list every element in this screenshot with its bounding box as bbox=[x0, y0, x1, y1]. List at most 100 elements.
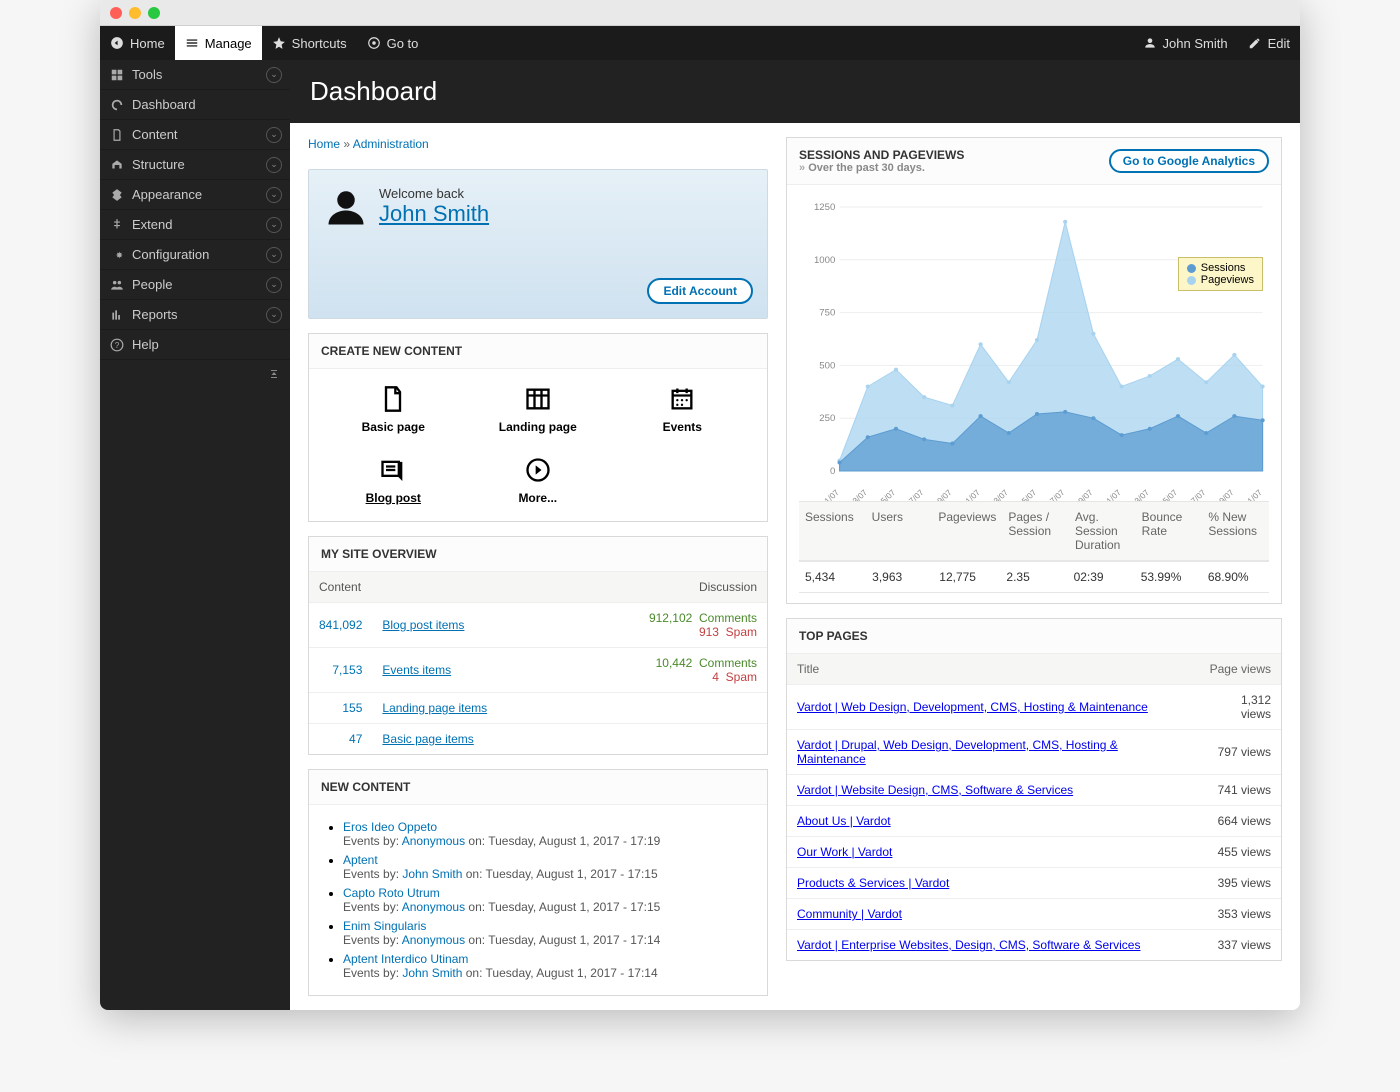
create-item-label: Basic page bbox=[321, 420, 466, 434]
analytics-panel: SESSIONS AND PAGEVIEWS Over the past 30 … bbox=[786, 137, 1282, 604]
sidebar-item-label: Structure bbox=[132, 157, 185, 172]
menu-icon bbox=[185, 36, 199, 50]
new-content-item: Enim SingularisEvents by: Anonymous on: … bbox=[343, 919, 755, 947]
new-content-link[interactable]: Aptent bbox=[343, 853, 378, 867]
author-link[interactable]: Anonymous bbox=[402, 933, 465, 947]
chevron-down-icon: ⌄ bbox=[266, 127, 282, 143]
svg-text:11/07: 11/07 bbox=[961, 488, 983, 501]
chevron-down-icon: ⌄ bbox=[266, 157, 282, 173]
nav-goto[interactable]: Go to bbox=[357, 26, 429, 60]
new-content-link[interactable]: Capto Roto Utrum bbox=[343, 886, 440, 900]
new-content-link[interactable]: Eros Ideo Oppeto bbox=[343, 820, 437, 834]
chart-legend: Sessions Pageviews bbox=[1178, 257, 1263, 291]
nav-edit[interactable]: Edit bbox=[1238, 26, 1300, 60]
content-type-icon bbox=[524, 456, 552, 484]
top-page-link[interactable]: Community | Vardot bbox=[797, 907, 902, 921]
svg-text:01/07: 01/07 bbox=[819, 488, 841, 501]
target-icon bbox=[367, 36, 381, 50]
sidebar-item-help[interactable]: ? Help bbox=[100, 330, 290, 360]
window-minimize-icon[interactable] bbox=[129, 7, 141, 19]
content-type-icon bbox=[524, 385, 552, 413]
top-page-row: Vardot | Website Design, CMS, Software &… bbox=[787, 775, 1281, 806]
nav-shortcuts[interactable]: Shortcuts bbox=[262, 26, 357, 60]
sidebar-item-people[interactable]: People⌄ bbox=[100, 270, 290, 300]
new-content-item: Aptent Interdico UtinamEvents by: John S… bbox=[343, 952, 755, 980]
author-link[interactable]: Anonymous bbox=[402, 834, 465, 848]
author-link[interactable]: John Smith bbox=[402, 867, 462, 881]
svg-text:21/07: 21/07 bbox=[1101, 488, 1123, 501]
top-page-link[interactable]: Vardot | Drupal, Web Design, Development… bbox=[797, 738, 1118, 766]
sidebar-item-dashboard[interactable]: Dashboard bbox=[100, 90, 290, 120]
top-page-link[interactable]: Vardot | Enterprise Websites, Design, CM… bbox=[797, 938, 1140, 952]
create-basic-page[interactable]: Basic page bbox=[321, 379, 466, 440]
sidebar-icon bbox=[110, 158, 124, 172]
svg-text:750: 750 bbox=[819, 308, 835, 318]
welcome-username[interactable]: John Smith bbox=[379, 201, 489, 227]
new-content-link[interactable]: Aptent Interdico Utinam bbox=[343, 952, 468, 966]
overview-row: 841,092Blog post items912,102 Comments91… bbox=[309, 603, 767, 648]
sidebar-item-reports[interactable]: Reports⌄ bbox=[100, 300, 290, 330]
top-page-link[interactable]: About Us | Vardot bbox=[797, 814, 891, 828]
edit-account-button[interactable]: Edit Account bbox=[647, 278, 753, 304]
svg-text:17/07: 17/07 bbox=[1045, 488, 1067, 501]
analytics-subtitle: Over the past 30 days. bbox=[799, 162, 964, 174]
breadcrumb-admin[interactable]: Administration bbox=[353, 137, 429, 151]
go-to-analytics-button[interactable]: Go to Google Analytics bbox=[1109, 149, 1269, 173]
sidebar-item-label: Help bbox=[132, 337, 159, 352]
sidebar-item-appearance[interactable]: Appearance⌄ bbox=[100, 180, 290, 210]
welcome-label: Welcome back bbox=[379, 186, 489, 201]
create-events[interactable]: Events bbox=[610, 379, 755, 440]
top-page-row: Community | Vardot 353 views bbox=[787, 899, 1281, 930]
top-pages-col-views: Page views bbox=[1198, 654, 1281, 685]
top-page-row: Vardot | Drupal, Web Design, Development… bbox=[787, 730, 1281, 775]
overview-link[interactable]: Basic page items bbox=[382, 732, 473, 746]
svg-text:29/07: 29/07 bbox=[1214, 488, 1236, 501]
svg-text:500: 500 bbox=[819, 361, 835, 371]
svg-text:?: ? bbox=[115, 340, 120, 349]
top-page-link[interactable]: Products & Services | Vardot bbox=[797, 876, 949, 890]
stat-value: 53.99% bbox=[1135, 562, 1202, 592]
svg-text:25/07: 25/07 bbox=[1158, 488, 1180, 501]
sidebar-item-structure[interactable]: Structure ⌄ bbox=[100, 150, 290, 180]
new-content-panel: NEW CONTENT Eros Ideo OppetoEvents by: A… bbox=[308, 769, 768, 996]
sidebar-item-configuration[interactable]: Configuration⌄ bbox=[100, 240, 290, 270]
sidebar-icon bbox=[110, 188, 124, 202]
author-link[interactable]: John Smith bbox=[402, 966, 462, 980]
overview-link[interactable]: Blog post items bbox=[382, 618, 464, 632]
top-page-link[interactable]: Vardot | Website Design, CMS, Software &… bbox=[797, 783, 1073, 797]
top-page-views: 353 views bbox=[1198, 899, 1281, 930]
svg-text:0: 0 bbox=[830, 466, 835, 476]
top-page-link[interactable]: Vardot | Web Design, Development, CMS, H… bbox=[797, 700, 1148, 714]
stat-value: 2.35 bbox=[1000, 562, 1067, 592]
admin-sidebar: Tools⌄ Dashboard Content⌄ Structure ⌄ Appeara… bbox=[100, 60, 290, 1010]
nav-manage[interactable]: Manage bbox=[175, 26, 262, 60]
sidebar-item-label: Dashboard bbox=[132, 97, 196, 112]
new-content-link[interactable]: Enim Singularis bbox=[343, 919, 426, 933]
breadcrumb: Home » Administration bbox=[308, 137, 768, 151]
overview-link[interactable]: Landing page items bbox=[382, 701, 487, 715]
nav-user[interactable]: John Smith bbox=[1133, 26, 1238, 60]
overview-link[interactable]: Events items bbox=[382, 663, 451, 677]
create-landing-page[interactable]: Landing page bbox=[466, 379, 611, 440]
overview-col-discussion: Discussion bbox=[567, 572, 767, 603]
window-close-icon[interactable] bbox=[110, 7, 122, 19]
breadcrumb-home[interactable]: Home bbox=[308, 137, 340, 151]
sidebar-item-content[interactable]: Content⌄ bbox=[100, 120, 290, 150]
create-blog-post[interactable]: Blog post bbox=[321, 450, 466, 511]
create-more-[interactable]: More... bbox=[466, 450, 611, 511]
svg-text:15/07: 15/07 bbox=[1017, 488, 1039, 501]
top-page-link[interactable]: Our Work | Vardot bbox=[797, 845, 892, 859]
sidebar-item-extend[interactable]: Extend⌄ bbox=[100, 210, 290, 240]
stat-header: Pages / Session bbox=[1002, 502, 1069, 560]
window-zoom-icon[interactable] bbox=[148, 7, 160, 19]
author-link[interactable]: Anonymous bbox=[402, 900, 465, 914]
svg-text:27/07: 27/07 bbox=[1186, 488, 1208, 501]
create-item-label: Landing page bbox=[466, 420, 611, 434]
chevron-down-icon: ⌄ bbox=[266, 217, 282, 233]
collapse-icon[interactable] bbox=[268, 368, 280, 380]
sidebar-item-tools[interactable]: Tools⌄ bbox=[100, 60, 290, 90]
nav-home[interactable]: Home bbox=[100, 26, 175, 60]
avatar-icon bbox=[325, 186, 367, 228]
top-pages-col-title: Title bbox=[787, 654, 1198, 685]
back-arrow-icon bbox=[110, 36, 124, 50]
